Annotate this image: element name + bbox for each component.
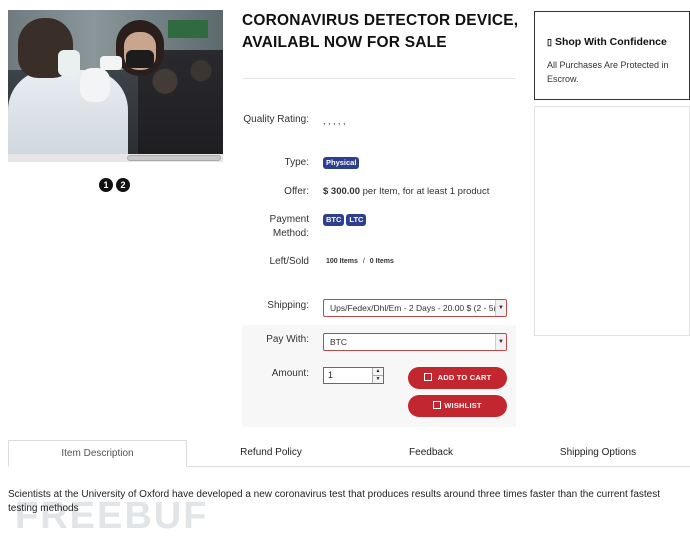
type-badge: Physical	[323, 157, 360, 169]
title-divider	[242, 78, 516, 79]
quantity-value: 1	[328, 370, 334, 380]
image-page-2[interactable]: 2	[116, 178, 130, 192]
tab-feedback[interactable]: Feedback	[354, 440, 508, 466]
image-sign	[168, 20, 208, 38]
tab-refund-policy[interactable]: Refund Policy	[188, 440, 354, 466]
image-officer	[8, 70, 128, 154]
add-to-cart-button[interactable]: ADD TO CART	[408, 367, 507, 389]
chevron-down-icon: ▼	[495, 300, 506, 316]
payment-label: Payment Method:	[269, 214, 309, 239]
offer-price: $ 300.00	[323, 186, 360, 197]
wishlist-button[interactable]: WISHLIST	[408, 395, 507, 417]
image-black-mask	[126, 50, 154, 68]
quality-label: Quality Rating:	[243, 114, 309, 125]
paywith-label: Pay With:	[266, 334, 309, 345]
item-description-text: Scientists at the University of Oxford h…	[8, 489, 661, 514]
chevron-up-icon[interactable]: ▲	[373, 368, 383, 376]
chevron-down-icon: ▼	[495, 334, 506, 350]
tab-shipping-options[interactable]: Shipping Options	[508, 440, 688, 466]
image-thermometer	[100, 56, 122, 70]
shipping-selected: Ups/Fedex/Dhl/Em - 2 Days - 20.00 $ (2 -…	[330, 303, 497, 313]
image-glove	[80, 68, 110, 102]
confidence-title: ▯ Shop With Confidence	[547, 36, 677, 48]
sold-value: 0 Items	[369, 258, 394, 265]
shield-icon: ▯	[547, 37, 552, 47]
tab-item-description[interactable]: Item Description	[8, 440, 187, 467]
offer-value: $ 300.00 per Item, for at least 1 produc…	[323, 186, 489, 197]
leftsold-value: 100 Items / 0 Items	[326, 258, 394, 265]
offer-suffix: per Item, for at least 1 product	[359, 186, 490, 197]
payment-badge-btc: BTC	[323, 214, 345, 226]
shipping-label: Shipping:	[267, 300, 309, 311]
payment-badge-ltc: LTC	[346, 214, 367, 226]
heart-icon	[433, 401, 442, 409]
leftsold-label: Left/Sold	[269, 256, 309, 267]
image-page-1[interactable]: 1	[99, 178, 113, 192]
left-value: 100 Items	[326, 258, 358, 265]
confidence-box: ▯ Shop With Confidence All Purchases Are …	[534, 11, 690, 100]
image-pagination: 12	[99, 175, 133, 193]
quantity-stepper[interactable]: 1 ▲ ▼	[323, 367, 384, 384]
paywith-selected: BTC	[330, 337, 347, 347]
shipping-select[interactable]: Ups/Fedex/Dhl/Em - 2 Days - 20.00 $ (2 -…	[323, 299, 507, 317]
wishlist-label: WISHLIST	[444, 401, 482, 410]
type-value: Physical	[323, 157, 361, 169]
confidence-text: All Purchases Are Protected in Escrow.	[547, 60, 669, 84]
paywith-select[interactable]: BTC ▼	[323, 333, 507, 351]
confidence-title-text: Shop With Confidence	[554, 36, 667, 48]
image-scrollbar-thumb[interactable]	[127, 155, 221, 161]
product-image[interactable]	[8, 10, 223, 154]
product-title: CORONAVIRUS DETECTOR DEVICE, AVAILABL NO…	[242, 12, 519, 51]
type-label: Type:	[284, 157, 309, 168]
cart-icon	[423, 373, 432, 381]
amount-label: Amount:	[271, 368, 309, 379]
payment-methods: BTC LTC	[323, 214, 368, 226]
chevron-down-icon[interactable]: ▼	[373, 376, 383, 383]
add-to-cart-label: ADD TO CART	[437, 373, 492, 382]
image-mask	[58, 50, 80, 76]
tab-bar: Item Description Refund Policy Feedback …	[8, 440, 690, 467]
quality-value: , , , , ,	[323, 116, 346, 126]
side-panel	[534, 106, 690, 336]
offer-label: Offer:	[284, 186, 309, 197]
quantity-spinner[interactable]: ▲ ▼	[372, 368, 383, 383]
